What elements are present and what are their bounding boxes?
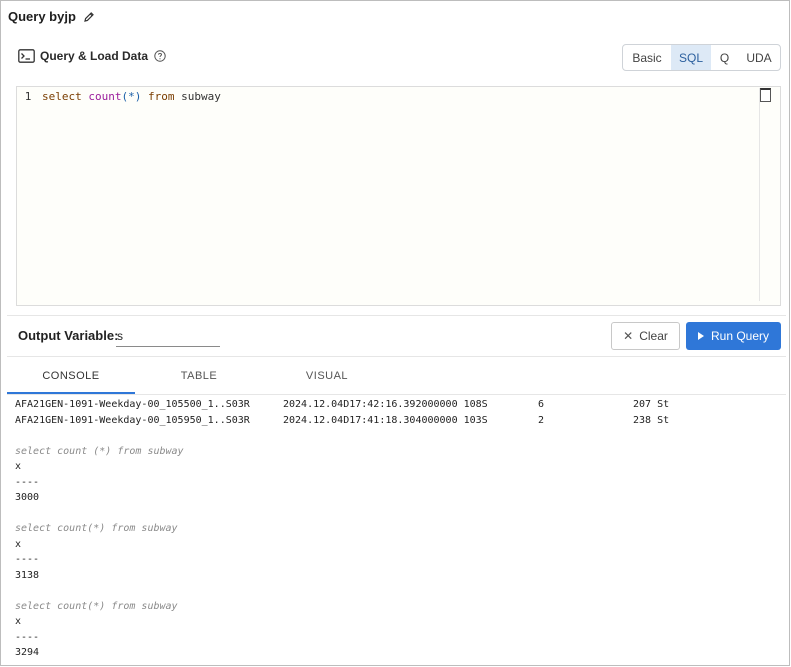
console-value: 3138 bbox=[15, 569, 40, 581]
help-icon[interactable] bbox=[154, 50, 166, 62]
row-cell: 2 bbox=[538, 414, 545, 426]
clear-label: Clear bbox=[639, 329, 668, 343]
console-column: x bbox=[15, 461, 22, 472]
tab-visual[interactable]: VISUAL bbox=[263, 357, 391, 394]
query-mode-selector: Basic SQL Q UDA bbox=[622, 44, 781, 71]
console-separator: ---- bbox=[15, 554, 40, 565]
run-label: Run Query bbox=[710, 329, 770, 343]
keyword-select: select bbox=[42, 90, 82, 103]
divider bbox=[7, 315, 786, 316]
tab-underline bbox=[7, 394, 786, 395]
query-title: Query byjp bbox=[8, 9, 95, 24]
console-query: select count(*) from subway bbox=[15, 600, 178, 612]
mode-sql[interactable]: SQL bbox=[671, 45, 711, 70]
row-cell: AFA21GEN-1091-Weekday-00_105500_1..S03R bbox=[15, 399, 250, 410]
code-line[interactable]: select count(*) from subway bbox=[42, 90, 221, 103]
query-window: Query byjp Query & Load Data Basic SQL Q… bbox=[0, 0, 790, 666]
console-query: select count(*) from subway bbox=[15, 523, 178, 534]
query-load-header: Query & Load Data bbox=[18, 49, 166, 63]
query-title-text: Query byjp bbox=[8, 9, 76, 24]
row-cell: 2024.12.04D17:42:16.392000000 108S bbox=[283, 399, 488, 410]
row-cell: 2024.12.04D17:41:18.304000000 103S bbox=[283, 414, 488, 426]
run-query-button[interactable]: Run Query bbox=[686, 322, 781, 350]
console-value: 3000 bbox=[15, 492, 40, 503]
close-icon: ✕ bbox=[623, 329, 634, 343]
count-args: (*) bbox=[121, 90, 142, 103]
section-label: Query & Load Data bbox=[40, 49, 149, 63]
terminal-icon bbox=[18, 49, 35, 63]
row-cell: AFA21GEN-1091-Weekday-00_105950_1..S03R bbox=[15, 414, 250, 426]
console-column: x bbox=[15, 538, 22, 550]
row-cell: 207 St bbox=[633, 399, 670, 410]
tab-table[interactable]: TABLE bbox=[135, 357, 263, 394]
output-tabs: CONSOLE TABLE VISUAL bbox=[7, 357, 391, 394]
editor-line[interactable]: 1 select count(*) from subway bbox=[17, 89, 761, 104]
pencil-icon[interactable] bbox=[83, 11, 95, 23]
editor-scrollbar[interactable] bbox=[759, 88, 771, 301]
console-row: AFA21GEN-1091-Weekday-00_105500_1..S03R … bbox=[15, 397, 775, 413]
row-cell: 238 St bbox=[633, 414, 670, 426]
row-cell: 6 bbox=[538, 399, 545, 410]
mode-basic[interactable]: Basic bbox=[623, 45, 671, 70]
sql-editor[interactable]: 1 select count(*) from subway bbox=[16, 86, 781, 306]
tab-console[interactable]: CONSOLE bbox=[7, 357, 135, 394]
scrollbar-thumb[interactable] bbox=[760, 88, 771, 102]
console-row: AFA21GEN-1091-Weekday-00_105950_1..S03R … bbox=[15, 413, 775, 429]
console-output: AFA21GEN-1091-Weekday-00_105500_1..S03R … bbox=[15, 397, 775, 663]
console-column: x bbox=[15, 616, 22, 627]
mode-uda[interactable]: UDA bbox=[738, 45, 780, 70]
output-variable-input[interactable] bbox=[116, 325, 220, 347]
function-count: count bbox=[88, 90, 122, 103]
play-icon bbox=[697, 332, 704, 340]
console-separator: ---- bbox=[15, 476, 40, 488]
clear-button[interactable]: ✕ Clear bbox=[611, 322, 680, 350]
table-name: subway bbox=[181, 90, 221, 103]
output-variable-label: Output Variable: bbox=[18, 328, 119, 343]
console-value: 3294 bbox=[15, 647, 40, 658]
keyword-from: from bbox=[148, 90, 175, 103]
mode-q[interactable]: Q bbox=[711, 45, 738, 70]
line-number: 1 bbox=[24, 90, 32, 103]
console-separator: ---- bbox=[15, 631, 40, 643]
console-query: select count (*) from subway bbox=[15, 445, 184, 457]
